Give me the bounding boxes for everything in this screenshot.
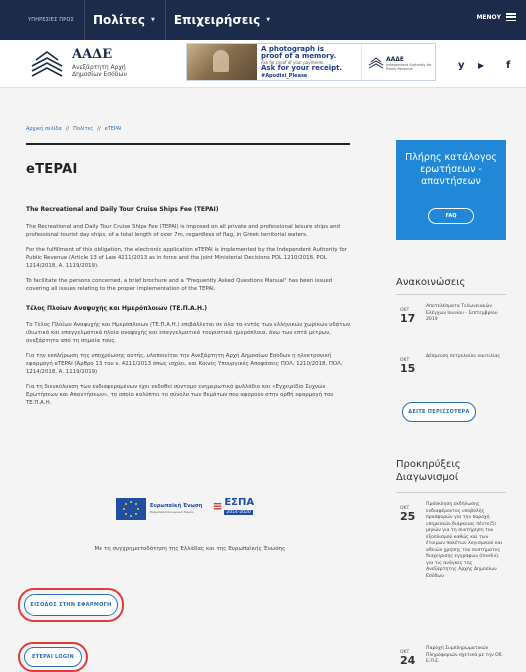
espa-mark-icon: ≡ [212, 499, 223, 513]
nav-divider [164, 0, 166, 40]
banner-hashtag: #Apodixi_Please [261, 73, 308, 79]
ad-banner[interactable]: A photograph is proof of a memory. Ask f… [186, 43, 436, 81]
twitter-icon[interactable]: y [458, 60, 465, 71]
cofunding-text: Με τη συγχρηματοδότηση της Ελλάδας και τ… [94, 546, 286, 552]
youtube-icon[interactable]: ▶ [478, 61, 484, 70]
breadcrumb-separator: // [97, 126, 101, 132]
tender-date: ΟΚΤ 24 [400, 650, 422, 667]
en-paragraph-3: To facilitate the persons concerned, a b… [26, 278, 333, 292]
breadcrumb-home[interactable]: Αρχική σελίδα [26, 126, 62, 132]
hamburger-icon [506, 13, 516, 21]
facebook-icon[interactable]: f [506, 60, 510, 71]
chevron-down-icon: ▼ [266, 17, 271, 23]
gr-paragraph-2: Για την εκπλήρωση της υποχρέωσης αυτής, … [26, 353, 343, 375]
espa-word: ΕΣΠΑ [224, 497, 255, 508]
tender-text: Πρόσκληση εκδήλωσης ενδιαφέροντος υποβολ… [426, 502, 503, 579]
list-item[interactable]: ΟΚΤ 15 Δέσμευση πετρελαίου ναυτιλίας [396, 354, 508, 388]
nav-item-businesses[interactable]: Επιχειρήσεις ▼ [174, 13, 270, 27]
logo-subtitle: Ανεξάρτητη Αρχή Δημοσίων Εσόδων [72, 64, 127, 78]
services-label: ΥΠΗΡΕΣΙΕΣ ΠΡΟΣ [28, 17, 74, 23]
news-date: ΟΚΤ 17 [400, 308, 422, 325]
eu-flag-icon [116, 498, 146, 520]
news-date: ΟΚΤ 15 [400, 358, 422, 375]
menu-label: ΜΕΝΟΥ [476, 13, 501, 21]
page-title: eTEPAI [26, 162, 78, 177]
news-text: Δέσμευση πετρελαίου ναυτιλίας [426, 354, 501, 359]
faq-button[interactable]: FAQ [428, 208, 474, 224]
news-day: 17 [400, 312, 416, 325]
en-paragraph-1: The Recreational and Daily Tour Cruise S… [26, 224, 340, 238]
faq-title: Πλήρης κατάλογος ερωτήσεων - απαντήσεων [405, 152, 497, 187]
news-day: 15 [400, 362, 416, 375]
news-text: Αποτελέσματα Τελωνειακών Ελέγχων Ιουνίου… [426, 304, 498, 322]
espa-years: 2014-2020 [224, 510, 253, 515]
site-header: ΑΑΔΕ Ανεξάρτητη Αρχή Δημοσίων Εσόδων A p… [0, 40, 526, 88]
nav-item-citizens[interactable]: Πολίτες ▼ [93, 13, 155, 27]
etepai-login-button[interactable]: ETEPAI LOGIN [24, 647, 82, 667]
en-paragraph-2: For the fulfillment of this obligation, … [26, 247, 347, 269]
breadcrumb-current: eTEPAI [104, 126, 122, 132]
eu-label: Ευρωπαϊκή Ένωση Ευρωπαϊκό Κοινωνικό Ταμε… [150, 503, 202, 515]
banner-line3: Ask for your receipt. [261, 64, 343, 72]
tender-day: 25 [400, 510, 416, 523]
list-item[interactable]: ΟΚΤ 17 Αποτελέσματα Τελωνειακών Ελέγχων … [396, 304, 508, 338]
tender-text: Παροχή Συμπληρωματικών Πληροφοριών σχετι… [426, 646, 504, 664]
breadcrumb-citizens[interactable]: Πολίτες [73, 126, 93, 132]
aade-mini-logo-icon [368, 57, 384, 69]
nav-item-businesses-label: Επιχειρήσεις [173, 13, 261, 27]
gr-paragraph-1: Το Τέλος Πλοίων Αναψυχής και Ημερόπλοιων… [26, 322, 351, 344]
faq-box: Πλήρης κατάλογος ερωτήσεων - απαντήσεων … [396, 140, 506, 240]
gr-paragraph-3: Για τη διευκόλυνση των ενδιαφερομένων έχ… [26, 384, 334, 406]
menu-button[interactable]: ΜΕΝΟΥ [476, 13, 516, 21]
breadcrumb-separator: // [65, 126, 70, 132]
banner-photo [187, 44, 257, 80]
gr-heading: Τέλος Πλοίων Αναψυχής και Ημερόπλοιων (Τ… [26, 305, 207, 312]
announcements-divider [396, 294, 506, 295]
enter-application-button[interactable]: ΕΙΣΟΔΟΣ ΣΤΗΝ ΕΦΑΡΜΟΓΗ [24, 594, 118, 616]
list-item[interactable]: ΟΚΤ 25 Πρόσκληση εκδήλωσης ενδιαφέροντος… [396, 502, 508, 632]
banner-brand-title: ΑΑΔΕ [386, 56, 405, 63]
eu-label-sub: Ευρωπαϊκό Κοινωνικό Ταμείο [150, 510, 194, 514]
top-nav-bar: ΥΠΗΡΕΣΙΕΣ ΠΡΟΣ Πολίτες ▼ Επιχειρήσεις ▼ … [0, 0, 526, 40]
tender-day: 24 [400, 654, 416, 667]
tenders-title: Προκηρύξεις Διαγωνισμοί [396, 459, 461, 483]
see-more-button[interactable]: ΔΕΙΤΕ ΠΕΡΙΣΣΟΤΕΡΑ [402, 402, 476, 422]
nav-item-citizens-label: Πολίτες [92, 13, 145, 27]
breadcrumb: Αρχική σελίδα//Πολίτες//eTEPAI [26, 126, 122, 132]
banner-brand: ΑΑΔΕ Independent Authority for Public Re… [361, 44, 435, 80]
tenders-divider [396, 492, 506, 493]
en-heading: The Recreational and Daily Tour Cruise S… [26, 206, 219, 213]
banner-line1: A photograph is proof of a memory. [261, 45, 337, 60]
espa-logo: ≡ ΕΣΠΑ 2014-2020 [212, 497, 262, 521]
banner-brand-subtitle: Independent Authority for Public Revenue [386, 63, 432, 71]
aade-logo-icon[interactable] [30, 46, 64, 80]
tender-date: ΟΚΤ 25 [400, 506, 422, 523]
announcements-title: Ανακοινώσεις [396, 277, 466, 288]
chevron-down-icon: ▼ [150, 17, 155, 23]
funding-logos: Ευρωπαϊκή Ένωση Ευρωπαϊκό Κοινωνικό Ταμε… [116, 495, 276, 523]
logo-title: ΑΑΔΕ [72, 47, 113, 62]
title-divider [26, 143, 350, 145]
list-item[interactable]: ΟΚΤ 24 Παροχή Συμπληρωματικών Πληροφοριώ… [396, 646, 508, 672]
main-content: The Recreational and Daily Tour Cruise S… [26, 206, 354, 414]
nav-divider [83, 0, 85, 40]
